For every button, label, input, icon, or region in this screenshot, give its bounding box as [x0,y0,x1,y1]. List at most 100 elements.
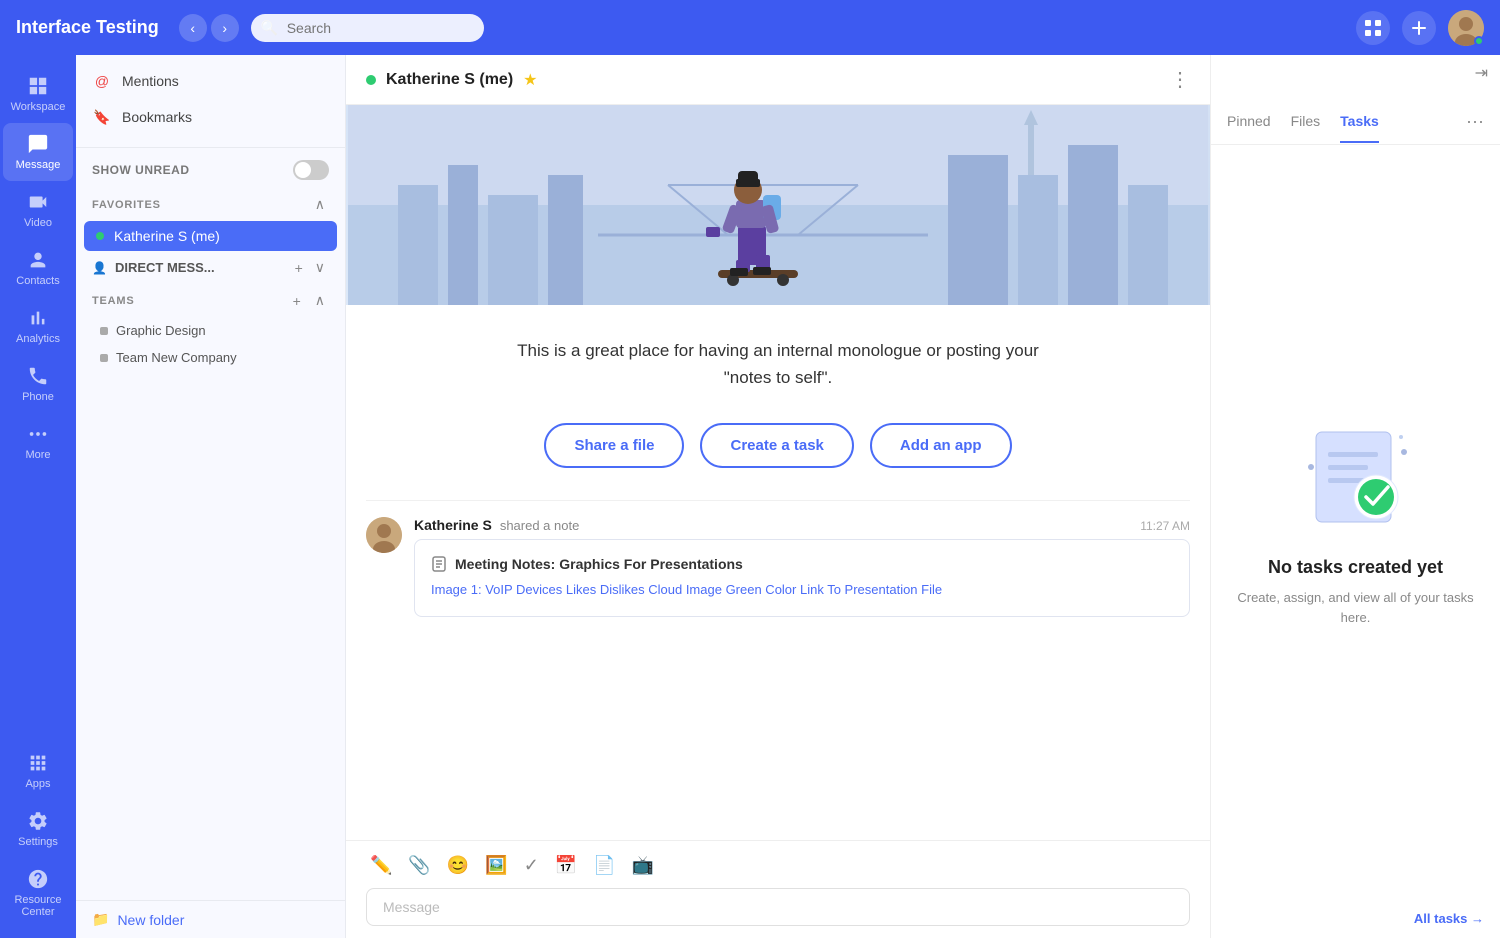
add-app-button[interactable]: Add an app [870,423,1012,468]
emoji-button[interactable]: 😊 [443,851,473,880]
main-layout: Workspace Message Video Contacts Analyti… [0,55,1500,938]
search-wrap: 🔍 [251,14,751,42]
channel-more-button[interactable]: ⋮ [1170,67,1190,92]
sidebar-item-apps[interactable]: Apps [3,742,73,800]
channel-katherine[interactable]: Katherine S (me) [84,221,337,251]
user-avatar-wrap[interactable] [1448,10,1484,46]
screen-share-button[interactable]: 📺 [628,851,658,880]
direct-mess-label: DIRECT MESS... [115,260,215,275]
expand-direct-btn[interactable]: ∨ [311,257,329,278]
channel-header-right: ⋮ [1170,67,1190,92]
sidebar-item-analytics[interactable]: Analytics [3,297,73,355]
welcome-area: This is a great place for having an inte… [346,305,1210,500]
welcome-text: This is a great place for having an inte… [366,337,1190,391]
main-content: Katherine S (me) ★ ⋮ [346,55,1210,938]
message-action: shared a note [500,518,580,533]
note-title-text: Meeting Notes: Graphics For Presentation… [455,556,743,572]
show-unread-row: SHOW UNREAD [76,152,345,188]
right-panel-header-top: ⇥ [1211,55,1500,95]
share-file-button[interactable]: Share a file [544,423,684,468]
message-author: Katherine S [414,517,492,533]
checkmark-button[interactable]: ✓ [520,851,543,880]
tab-pinned[interactable]: Pinned [1227,113,1271,143]
document-button[interactable]: 📄 [589,851,619,880]
message-label: Message [16,159,61,171]
note-card: Meeting Notes: Graphics For Presentation… [414,539,1190,617]
collapse-team-btn[interactable]: ∧ [311,290,329,311]
header-right [1356,10,1484,46]
app-title: Interface Testing [16,17,159,38]
note-icon [431,556,447,572]
channel-name: Katherine S (me) [386,71,513,89]
bookmarks-icon: 🔖 [92,107,112,127]
create-task-button[interactable]: Create a task [700,423,853,468]
team-graphic-design[interactable]: Graphic Design [76,317,345,344]
team-new-company[interactable]: Team New Company [76,344,345,371]
online-indicator [1474,36,1484,46]
favorites-label: FAVORITES [92,199,161,211]
sidebar-item-resource-center[interactable]: Resource Center [3,858,73,928]
teams-label: TEAMS [92,295,135,307]
icon-sidebar: Workspace Message Video Contacts Analyti… [0,55,76,938]
tab-tasks[interactable]: Tasks [1340,113,1379,143]
settings-label: Settings [18,836,58,848]
message-avatar [366,517,402,553]
katherine-label: Katherine S (me) [114,228,220,244]
mentions-item[interactable]: @ Mentions [76,63,345,99]
add-button[interactable] [1402,11,1436,45]
favorites-collapse-btn[interactable]: ∧ [311,194,329,215]
sidebar-item-workspace[interactable]: Workspace [3,65,73,123]
message-feed: Katherine S shared a note 11:27 AM Meeti… [346,500,1210,840]
panel-tabs: Pinned Files Tasks [1227,113,1466,143]
message-input[interactable] [366,888,1190,926]
no-tasks-title: No tasks created yet [1268,557,1443,578]
sidebar-item-message[interactable]: Message [3,123,73,181]
calendar-button[interactable]: 📅 [551,851,581,880]
apps-label: Apps [25,778,50,790]
add-team-btn[interactable]: + [289,290,305,311]
divider-1 [76,147,345,148]
forward-button[interactable]: › [211,14,239,42]
sidebar-item-more[interactable]: More [3,413,73,471]
workspace-label: Workspace [11,101,66,113]
attach-button[interactable]: 📎 [404,851,434,880]
action-buttons: Share a file Create a task Add an app [366,423,1190,468]
gif-button[interactable]: 🖼️ [481,851,511,880]
star-icon[interactable]: ★ [523,70,537,90]
no-tasks-sub: Create, assign, and view all of your tas… [1231,588,1480,627]
sidebar-item-video[interactable]: Video [3,181,73,239]
grid-icon-button[interactable] [1356,11,1390,45]
teams-section-header: TEAMS + ∧ [76,284,345,317]
mentions-icon: @ [92,71,112,91]
welcome-line2: "notes to self". [724,368,832,387]
phone-label: Phone [22,391,54,403]
message-input-area: ✏️ 📎 😊 🖼️ ✓ 📅 📄 📺 [346,840,1210,938]
channel-header: Katherine S (me) ★ ⋮ [346,55,1210,105]
team-new-company-label: Team New Company [116,350,237,365]
tab-files[interactable]: Files [1291,113,1321,143]
mentions-section: @ Mentions 🔖 Bookmarks [76,55,345,143]
note-title: Meeting Notes: Graphics For Presentation… [431,556,1173,572]
sidebar-item-phone[interactable]: Phone [3,355,73,413]
back-button[interactable]: ‹ [179,14,207,42]
favorites-section-header: FAVORITES ∧ [76,188,345,221]
favorites-actions: ∧ [311,194,329,215]
sidebar-item-contacts[interactable]: Contacts [3,239,73,297]
more-label: More [25,449,50,461]
add-direct-btn[interactable]: + [291,257,307,278]
direct-actions: + ∨ [291,257,329,278]
panel-more-button[interactable]: ··· [1466,111,1484,144]
top-header: Interface Testing ‹ › 🔍 [0,0,1500,55]
panel-close-button[interactable]: ⇥ [1475,63,1488,95]
format-button[interactable]: ✏️ [366,851,396,880]
resource-center-label: Resource Center [11,894,65,918]
team-dot-1 [100,327,108,335]
unread-toggle[interactable] [293,160,329,180]
new-folder-row[interactable]: 📁 New folder [76,900,345,938]
no-tasks-area: No tasks created yet Create, assign, and… [1211,145,1500,899]
sidebar-item-settings[interactable]: Settings [3,800,73,858]
channel-banner [346,105,1210,305]
bookmarks-item[interactable]: 🔖 Bookmarks [76,99,345,135]
search-input[interactable] [251,14,484,42]
all-tasks-link[interactable]: All tasks → [1211,899,1500,938]
